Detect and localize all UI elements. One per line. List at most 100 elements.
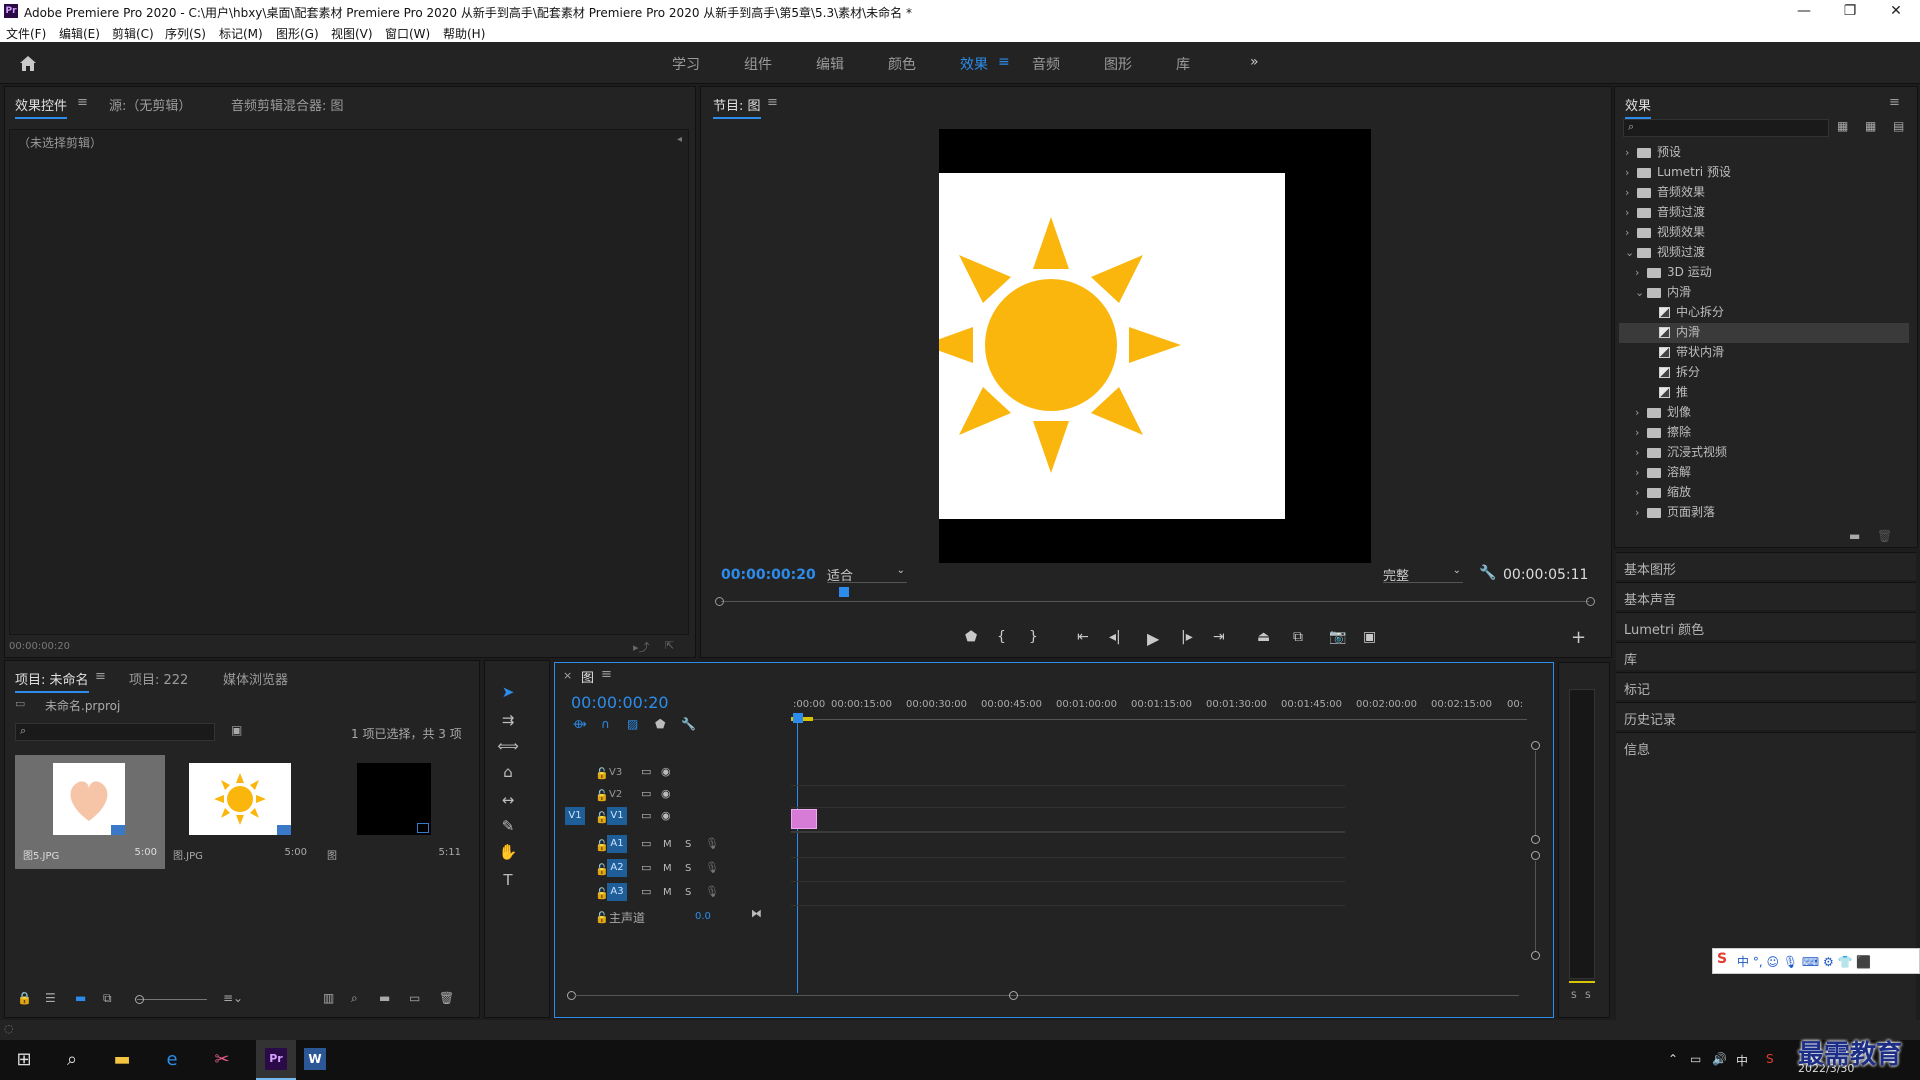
linked-selection-icon[interactable]: ▨ (627, 717, 638, 731)
solo-button[interactable]: S (685, 839, 691, 850)
find-bin-icon[interactable]: ▣ (231, 723, 242, 737)
premiere-taskbar-button[interactable]: Pr (256, 1040, 296, 1080)
program-current-timecode[interactable]: 00:00:00:20 (721, 567, 816, 583)
sogou-icon[interactable]: S (1717, 951, 1727, 967)
sequence-tab[interactable]: 图 (581, 667, 594, 686)
v1-clip[interactable] (791, 809, 817, 829)
timeline-settings-icon[interactable]: 🔧 (681, 717, 696, 731)
playhead-icon[interactable] (839, 587, 849, 597)
export-icon[interactable]: ⇱ (665, 639, 674, 652)
workspace-libraries[interactable]: 库 (1176, 54, 1190, 74)
tree-item-3d-motion[interactable]: › 3D 运动 (1619, 263, 1909, 283)
menu-file[interactable]: 文件(F) (6, 25, 46, 42)
tree-item-video-effects[interactable]: › 视频效果 (1619, 223, 1909, 243)
export-frame-icon[interactable]: 📷 (1329, 629, 1346, 645)
track-label-a3[interactable]: A3 (607, 883, 627, 901)
snipping-tool-icon[interactable]: ✂ (202, 1046, 242, 1074)
tree-item-video-transitions[interactable]: ⌄ 视频过渡 (1619, 243, 1909, 263)
maximize-button[interactable]: ❐ (1830, 2, 1870, 20)
workspace-audio[interactable]: 音频 (1032, 54, 1060, 74)
quality-dropdown[interactable]: 完整 ⌄ (1383, 565, 1463, 584)
workspace-assembly[interactable]: 组件 (744, 54, 772, 74)
tree-item-audio-effects[interactable]: › 音频效果 (1619, 183, 1909, 203)
zoom-slider[interactable] (137, 999, 207, 1000)
tree-item-slide[interactable]: 内滑 (1619, 323, 1909, 343)
new-bin-icon[interactable]: ▬ (379, 991, 390, 1005)
search-icon[interactable]: ⌕ (52, 1046, 92, 1074)
sync-lock-icon[interactable]: ▭ (641, 787, 651, 800)
ime-status[interactable]: 中 °, ☺ 🎙 ⌨ ⚙ 👕 ⬛ (1737, 953, 1871, 970)
go-to-out-icon[interactable]: ⇥ (1213, 629, 1225, 645)
lock-icon[interactable]: 🔓 (595, 767, 609, 780)
track-label-v1[interactable]: V1 (607, 807, 627, 825)
tree-item-wipe[interactable]: › 擦除 (1619, 423, 1909, 443)
accelerated-effects-icon[interactable]: ▦ (1837, 119, 1848, 133)
sync-lock-icon[interactable]: ▭ (641, 765, 651, 778)
microphone-icon[interactable]: 🎙 (705, 885, 719, 898)
menu-help[interactable]: 帮助(H) (443, 25, 485, 42)
ime-taskbar-icon[interactable]: 中 (1736, 1052, 1748, 1069)
step-forward-icon[interactable]: |▸ (1181, 629, 1193, 645)
freeform-view-icon[interactable]: ⧉ (103, 991, 112, 1006)
tab-effect-controls[interactable]: 效果控件 (15, 95, 68, 119)
add-marker-icon[interactable]: ⬟ (655, 717, 665, 731)
filter-icon[interactable]: ▸⤴ (633, 639, 650, 655)
tree-item-split[interactable]: 拆分 (1619, 363, 1909, 383)
mute-button[interactable]: M (663, 839, 672, 850)
windows-start-icon[interactable]: ⊞ (4, 1046, 44, 1074)
h-scroll-end-handle[interactable] (1009, 991, 1018, 1000)
tree-item-band-slide[interactable]: 带状内滑 (1619, 343, 1909, 363)
zoom-slider-handle[interactable] (135, 995, 144, 1004)
section-libraries[interactable]: 库 (1616, 642, 1916, 670)
new-item-icon[interactable]: ▭ (409, 991, 420, 1005)
tab-menu-icon[interactable]: ≡ (77, 95, 88, 110)
icon-view-icon[interactable]: ▬ (75, 991, 86, 1005)
menu-edit[interactable]: 编辑(E) (59, 25, 100, 42)
tree-item-zoom[interactable]: › 缩放 (1619, 483, 1909, 503)
eye-icon[interactable]: ◉ (661, 787, 671, 800)
fit-dropdown[interactable]: 适合 ⌄ (827, 565, 907, 584)
comparison-view-icon[interactable]: ▣ (1363, 629, 1376, 645)
timeline-timecode[interactable]: 00:00:00:20 (571, 693, 669, 712)
time-ruler[interactable]: :00:00 00:00:15:00 00:00:30:00 00:00:45:… (791, 699, 1527, 727)
master-volume-value[interactable]: 0.0 (695, 911, 711, 922)
eye-icon[interactable]: ◉ (661, 809, 671, 822)
close-tab-icon[interactable]: × (563, 669, 572, 682)
project-item-sun[interactable]: 图.JPG 5:00 (165, 755, 315, 869)
lift-icon[interactable]: ⏏ (1257, 629, 1270, 645)
tab-project-unnamed[interactable]: 项目: 未命名 (15, 669, 89, 693)
close-button[interactable]: ✕ (1876, 2, 1916, 20)
workspace-menu-icon[interactable]: ≡ (998, 54, 1010, 70)
sync-lock-icon[interactable]: ▭ (641, 885, 651, 898)
video-scroll-handle[interactable] (1531, 741, 1540, 750)
add-button-icon[interactable]: + (1571, 627, 1586, 648)
slip-tool-icon[interactable]: ↔ (497, 789, 519, 811)
volume-icon[interactable]: 🔊 (1712, 1052, 1727, 1066)
new-bin-icon[interactable]: ▬ (1849, 529, 1860, 543)
track-label-v3[interactable]: V3 (609, 767, 622, 778)
menu-marker[interactable]: 标记(M) (219, 25, 263, 42)
wrench-icon[interactable]: 🔧 (1479, 565, 1496, 581)
ime-toolbar[interactable]: S 中 °, ☺ 🎙 ⌨ ⚙ 👕 ⬛ (1712, 948, 1920, 974)
ripple-edit-tool-icon[interactable]: ⟺ (497, 735, 519, 757)
effects-search-input[interactable]: ⌕ (1623, 119, 1829, 137)
tree-item-audio-transitions[interactable]: › 音频过渡 (1619, 203, 1909, 223)
tree-item-push[interactable]: 推 (1619, 383, 1909, 403)
lock-icon[interactable]: 🔓 (595, 911, 609, 924)
project-item-sequence[interactable]: 图 5:11 (317, 755, 467, 869)
source-patch-v1[interactable]: V1 (565, 807, 585, 825)
hand-tool-icon[interactable]: ✋ (497, 841, 519, 863)
tab-media-browser[interactable]: 媒体浏览器 (223, 669, 288, 688)
selection-tool-icon[interactable]: ➤ (497, 681, 519, 703)
nest-icon[interactable]: ⟴ (573, 717, 587, 731)
mark-in-icon[interactable]: { (997, 629, 1006, 645)
list-view-icon[interactable]: ☰ (45, 991, 56, 1005)
edge-browser-icon[interactable]: e (152, 1046, 192, 1074)
track-label-a2[interactable]: A2 (607, 859, 627, 877)
tree-item-lumetri-presets[interactable]: › Lumetri 预设 (1619, 163, 1909, 183)
tree-item-dissolve[interactable]: › 溶解 (1619, 463, 1909, 483)
tab-source[interactable]: 源:（无剪辑） (109, 95, 191, 114)
eye-icon[interactable]: ◉ (661, 765, 671, 778)
home-icon[interactable] (18, 54, 38, 72)
solo-button[interactable]: S (685, 887, 691, 898)
